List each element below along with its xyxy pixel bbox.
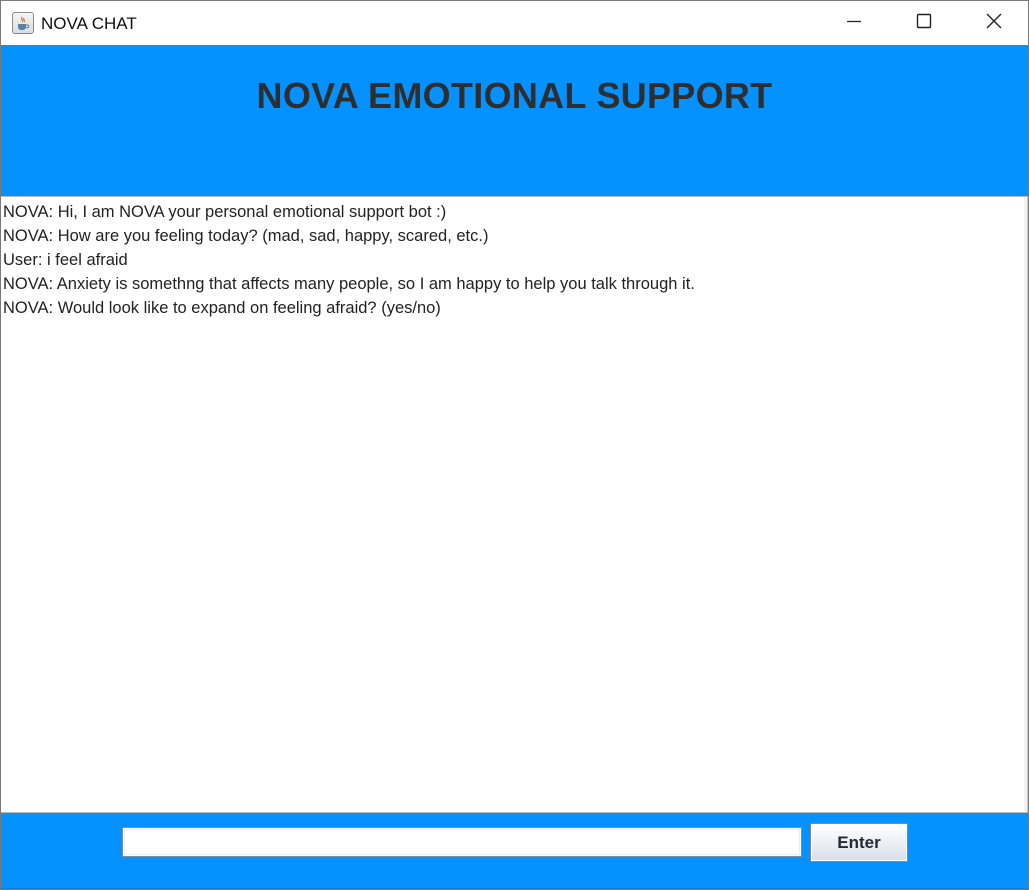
close-icon [986, 13, 1002, 34]
chat-transcript[interactable]: NOVA: Hi, I am NOVA your personal emotio… [1, 196, 1028, 813]
chat-edge [1024, 197, 1027, 812]
chat-lines: NOVA: Hi, I am NOVA your personal emotio… [3, 200, 695, 320]
enter-button[interactable]: Enter [810, 823, 908, 862]
maximize-icon [916, 13, 932, 34]
maximize-button[interactable] [889, 1, 959, 45]
nova-chat-window: NOVA CHAT NOVA EMOTIONAL SUPPORT NOVA: H… [0, 0, 1029, 890]
chat-message: NOVA: Would look like to expand on feeli… [3, 299, 441, 317]
chat-message: NOVA: Anxiety is somethng that affects m… [3, 275, 695, 293]
minimize-button[interactable] [819, 1, 889, 45]
header-panel: NOVA EMOTIONAL SUPPORT [1, 45, 1028, 196]
window-title: NOVA CHAT [41, 14, 137, 33]
chat-message: NOVA: How are you feeling today? (mad, s… [3, 227, 489, 245]
page-title: NOVA EMOTIONAL SUPPORT [256, 75, 773, 116]
close-button[interactable] [959, 1, 1028, 45]
java-cup-icon [12, 12, 34, 34]
chat-message: NOVA: Hi, I am NOVA your personal emotio… [3, 203, 447, 221]
minimize-icon [846, 13, 862, 34]
input-bar: Enter [1, 813, 1028, 889]
chat-message: User: i feel afraid [3, 251, 128, 269]
title-bar[interactable]: NOVA CHAT [1, 1, 1028, 45]
message-input[interactable] [122, 827, 802, 857]
